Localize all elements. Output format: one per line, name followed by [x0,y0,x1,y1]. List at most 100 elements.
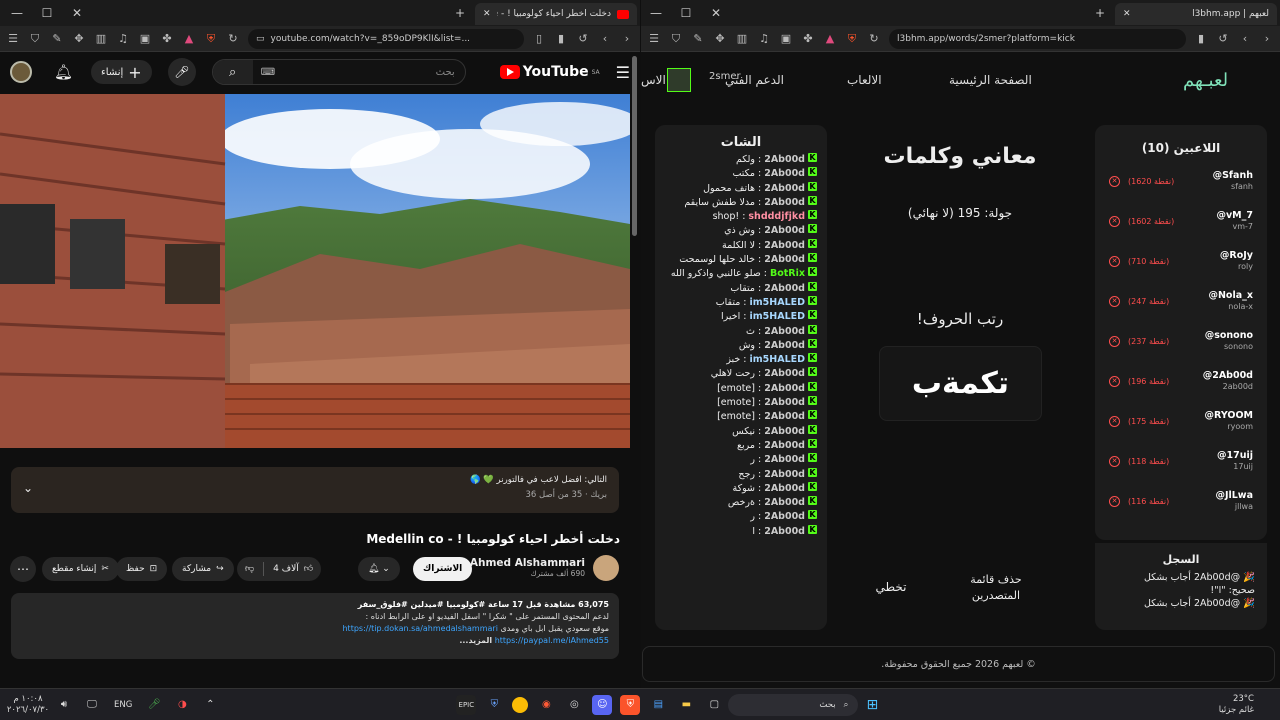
maximize-icon[interactable]: ☐ [671,6,701,20]
wallet-icon[interactable]: ▣ [138,32,152,46]
channel-name[interactable]: Ahmed Alshammari [470,557,585,569]
sidebar-icon[interactable]: ▥ [735,32,749,46]
extensions-icon[interactable]: ✥ [713,32,727,46]
tip-link[interactable]: https://tip.dokan.sa/ahmedalshammari [342,623,497,635]
search-box[interactable]: ⌕ ⌨ بحث [211,59,466,85]
shield-icon[interactable]: ⛉ [669,32,683,46]
tab-youtube-video[interactable]: ✕ دخلت أخطر احياء كولومبيا ! - Me [475,3,637,25]
create-button[interactable]: إنشاء + [91,60,152,84]
pinned-comment-card[interactable]: التالي: افضل لاعب في فالتورنر 💚 🌎 بريك ·… [11,467,619,513]
chat-user[interactable]: 2Ab00d [764,482,805,496]
reload-icon[interactable]: ↻ [226,32,240,46]
chat-user[interactable]: 2Ab00d [764,496,805,510]
youtube-logo[interactable]: YouTube SA [499,64,600,80]
speaker-icon[interactable]: 🔊︎ [54,695,74,715]
weather-widget[interactable]: 23°C غائم جزئيا [1219,694,1254,716]
epic-games-icon[interactable]: EPIC [456,694,477,715]
remove-player-icon[interactable]: ✕ [1109,375,1120,387]
bookmark-icon[interactable]: ▮ [554,32,568,46]
remove-player-icon[interactable]: ✕ [1109,415,1120,427]
new-tab-icon[interactable]: + [445,6,475,20]
remove-player-icon[interactable]: ✕ [1109,215,1120,227]
refresh-icon[interactable]: ↺ [576,32,590,46]
minimize-icon[interactable]: — [2,6,32,20]
network-icon[interactable]: 🖵 [82,695,102,715]
chat-user[interactable]: im5HALED [750,296,806,310]
pin-icon[interactable]: ✎ [50,32,64,46]
chat-user[interactable]: 2Ab00d [764,167,805,181]
app-red-icon[interactable]: ◉ [536,695,556,715]
chat-user[interactable]: 2Ab00d [764,367,805,381]
chat-user[interactable]: 2Ab00d [764,510,805,524]
chat-user[interactable]: shdddjfjkd [748,210,805,224]
menu-icon[interactable]: ☰ [6,32,20,46]
chat-user[interactable]: 2Ab00d [764,282,805,296]
description-box[interactable]: 63,075 مشاهدة قبل 17 ساعة #كولومبيا #ميد… [11,593,619,659]
remove-player-icon[interactable]: ✕ [1109,455,1120,467]
clear-leaderboard-button[interactable]: حذف قائمة المتصدرين [963,572,1029,604]
remove-player-icon[interactable]: ✕ [1109,495,1120,507]
keyboard-icon[interactable]: ⌨ [261,67,275,78]
forward-icon[interactable]: › [620,32,634,46]
expand-chevron-icon[interactable]: ⌄ [23,481,33,495]
chat-user[interactable]: 2Ab00d [764,525,805,539]
chat-user[interactable]: 2Ab00d [764,325,805,339]
chat-user[interactable]: BotRix [770,267,805,281]
close-icon[interactable]: ✕ [62,6,92,20]
chat-user[interactable]: 2Ab00d [764,425,805,439]
language-indicator[interactable]: ENG [114,700,132,710]
user-avatar[interactable] [667,68,691,92]
refresh-icon[interactable]: ↺ [1216,32,1230,46]
search-icon[interactable]: ⌕ [212,60,253,84]
nav-home[interactable]: الصفحة الرئيسية [949,73,1032,87]
skip-button[interactable]: تخطي [869,580,913,594]
remove-player-icon[interactable]: ✕ [1109,255,1120,267]
app-tray-icon[interactable]: ◑ [172,695,192,715]
menu-icon[interactable]: ☰ [647,32,661,46]
remove-player-icon[interactable]: ✕ [1109,335,1120,347]
like-icon[interactable]: 👍︎ [304,564,313,574]
remove-player-icon[interactable]: ✕ [1109,295,1120,307]
scrollbar[interactable] [632,56,637,236]
chat-user[interactable]: 2Ab00d [764,410,805,424]
puzzle-icon[interactable]: ✤ [160,32,174,46]
minimize-icon[interactable]: — [641,6,671,20]
share-button[interactable]: مشاركة ↪ [172,557,234,581]
task-view-icon[interactable]: ▢ [704,695,724,715]
reload-icon[interactable]: ↻ [867,32,881,46]
chat-user[interactable]: 2Ab00d [764,453,805,467]
url-bar[interactable]: ▭ youtube.com/watch?v=_859oDP9KlI&list=.… [248,28,524,49]
voice-search-button[interactable]: 🎤︎ [167,58,196,86]
more-actions-button[interactable]: ⋯ [10,556,36,582]
sidebar-toggle-icon[interactable]: ▯ [532,32,546,46]
brave-shield-icon[interactable]: ⛨ [845,32,859,46]
channel-avatar-large[interactable] [593,555,619,581]
brave-icon[interactable]: ⛨ [620,694,641,715]
channel-avatar[interactable] [10,61,32,83]
shield-app-icon[interactable]: ⛨ [484,695,504,715]
mic-icon[interactable]: 🎤︎ [144,695,164,715]
sidebar-icon[interactable]: ▥ [94,32,108,46]
chat-user[interactable]: 2Ab00d [764,196,805,210]
nav-games[interactable]: الالعاب [847,73,882,87]
chat-user[interactable]: im5HALED [750,310,806,324]
tab-l3bhm[interactable]: ✕ لعبهم | l3bhm.app [1115,3,1277,25]
chat-user[interactable]: im5HALED [750,353,806,367]
nav-extra[interactable]: الاس [641,73,666,87]
new-tab-icon[interactable]: + [1085,6,1115,20]
pin-icon[interactable]: ✎ [691,32,705,46]
chat-user[interactable]: 2Ab00d [764,224,805,238]
close-icon[interactable]: ✕ [701,6,731,20]
discord-icon[interactable]: ☺ [592,694,613,715]
tray-chevron-icon[interactable]: ⌃ [200,695,220,715]
chat-user[interactable]: 2Ab00d [764,182,805,196]
chat-user[interactable]: 2Ab00d [764,439,805,453]
nav-support[interactable]: الدعم الفني [725,73,784,87]
notification-bell-button[interactable]: 🔔︎ ⌄ [358,557,400,581]
windows-start-icon[interactable]: ⊞ [862,695,882,715]
back-icon[interactable]: ‹ [598,32,612,46]
chat-user[interactable]: 2Ab00d [764,396,805,410]
store-icon[interactable]: ▤ [648,695,668,715]
chat-user[interactable]: 2Ab00d [764,468,805,482]
brave-shield-icon[interactable]: ⛨ [204,32,218,46]
